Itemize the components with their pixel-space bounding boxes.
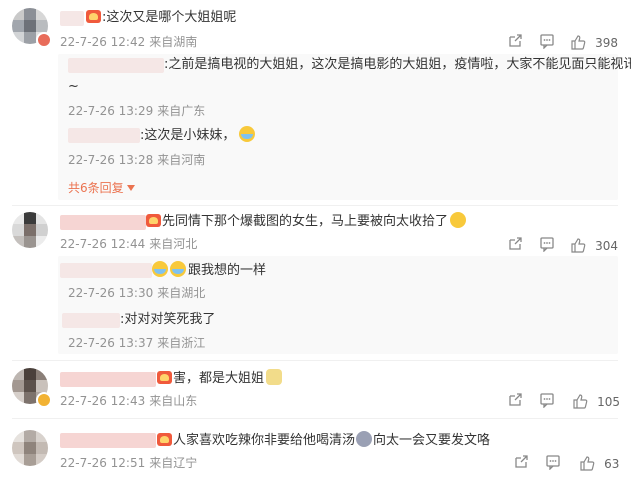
comment-button[interactable] <box>539 392 555 412</box>
reply-text: :对对对笑死我了 <box>120 312 216 327</box>
location: 来自浙江 <box>157 336 206 350</box>
like-icon <box>580 456 595 471</box>
share-button[interactable] <box>507 33 523 53</box>
reply-meta: 22-7-26 13:30 来自湖北 <box>68 285 205 301</box>
crying-face-emoji-icon <box>356 431 373 447</box>
divider <box>12 360 618 361</box>
comment-text: 人家喜欢吃辣你非要给他喝清汤 向太一会又要发文咯 <box>157 431 490 450</box>
crown-icon <box>86 10 101 23</box>
share-icon <box>509 393 522 406</box>
timestamp: 22-7-26 12:43 <box>60 394 146 408</box>
laughing-tears-emoji-icon <box>170 261 186 277</box>
timestamp: 22-7-26 12:42 <box>60 35 146 49</box>
share-button[interactable] <box>507 392 523 412</box>
like-button[interactable]: 105 <box>572 391 620 411</box>
verified-badge-icon <box>36 392 52 408</box>
comment-meta: 22-7-26 12:51 来自辽宁 <box>60 455 197 471</box>
comment-icon <box>540 393 554 409</box>
like-count: 63 <box>604 457 620 471</box>
username-redacted[interactable] <box>60 433 156 448</box>
share-button[interactable] <box>507 236 523 256</box>
username-redacted[interactable] <box>60 372 156 387</box>
reply-text: :之前是搞电视的大姐姐，这次是搞电影的大姐姐，疫情啦，大家不能见面只能视讯啦 <box>164 57 631 72</box>
username-redacted[interactable] <box>62 313 120 328</box>
comment-button[interactable] <box>539 33 555 53</box>
share-button[interactable] <box>513 454 529 474</box>
location: 来自河南 <box>157 153 206 167</box>
comment-button[interactable] <box>539 236 555 256</box>
like-count: 304 <box>595 239 618 253</box>
like-icon <box>573 394 588 409</box>
location: 来自河北 <box>149 237 198 251</box>
username-redacted[interactable] <box>68 58 164 73</box>
crown-icon <box>157 371 172 384</box>
dropdown-triangle-icon <box>127 185 136 191</box>
crown-icon <box>146 214 161 227</box>
like-count: 105 <box>597 395 620 409</box>
verified-badge-icon <box>36 32 52 48</box>
comment-meta: 22-7-26 12:42 来自湖南 <box>60 34 197 50</box>
divider <box>12 205 618 206</box>
username-redacted[interactable] <box>60 11 84 26</box>
more-replies-link[interactable]: 共6条回复 <box>68 179 136 196</box>
comment-icon <box>540 237 554 253</box>
reply-meta: 22-7-26 13:29 来自广东 <box>68 103 205 119</box>
username-redacted[interactable] <box>60 215 146 230</box>
like-icon <box>571 35 586 50</box>
avatar[interactable] <box>12 430 48 466</box>
comment-text: 害，都是大姐姐 <box>157 369 283 388</box>
laughing-tears-emoji-icon <box>239 126 256 142</box>
comment-text: :这次又是哪个大姐姐呢 <box>86 9 236 27</box>
cat-face-emoji-icon <box>266 369 283 385</box>
share-icon <box>515 455 528 468</box>
laughing-tears-emoji-icon <box>152 261 168 277</box>
timestamp: 22-7-26 12:44 <box>60 237 146 251</box>
like-button[interactable]: 304 <box>570 235 618 255</box>
timestamp: 22-7-26 12:51 <box>60 456 146 470</box>
reply-text: :这次是小妹妹， <box>140 126 256 145</box>
comment-icon <box>546 455 560 471</box>
comment-button[interactable] <box>545 454 561 474</box>
timestamp: 22-7-26 13:29 <box>68 104 154 118</box>
comment-text: 先同情下那个爆截图的女生，马上要被向太收拾了 <box>146 212 467 231</box>
share-icon <box>509 237 522 250</box>
reply-meta: 22-7-26 13:28 来自河南 <box>68 152 205 168</box>
reply-meta: 22-7-26 13:37 来自浙江 <box>68 335 205 351</box>
like-button[interactable]: 398 <box>570 32 618 52</box>
username-redacted[interactable] <box>68 128 140 143</box>
location: 来自山东 <box>149 394 198 408</box>
location: 来自湖南 <box>149 35 198 49</box>
comment-icon <box>540 34 554 50</box>
timestamp: 22-7-26 13:30 <box>68 286 154 300</box>
scared-face-emoji-icon <box>450 212 467 228</box>
location: 来自湖北 <box>157 286 206 300</box>
crown-icon <box>157 433 172 446</box>
timestamp: 22-7-26 13:37 <box>68 336 154 350</box>
username-redacted[interactable] <box>60 263 152 278</box>
like-button[interactable]: 63 <box>579 453 619 473</box>
reply-text-continued: ~ <box>68 79 79 94</box>
like-count: 398 <box>595 36 618 50</box>
avatar[interactable] <box>12 212 48 248</box>
timestamp: 22-7-26 13:28 <box>68 153 154 167</box>
location: 来自辽宁 <box>149 456 198 470</box>
share-icon <box>509 34 522 47</box>
reply-text: 跟我想的一样 <box>152 261 266 280</box>
comment-meta: 22-7-26 12:44 来自河北 <box>60 236 197 252</box>
location: 来自广东 <box>157 104 206 118</box>
divider <box>12 418 618 419</box>
like-icon <box>571 238 586 253</box>
comment-meta: 22-7-26 12:43 来自山东 <box>60 393 197 409</box>
